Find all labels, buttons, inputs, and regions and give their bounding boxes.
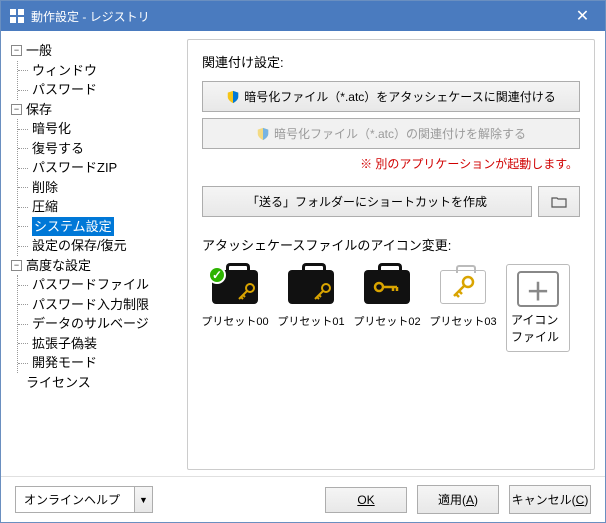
key-icon bbox=[312, 282, 332, 302]
key-icon bbox=[450, 274, 476, 300]
collapse-icon[interactable]: − bbox=[11, 104, 22, 115]
tree-node-compress[interactable]: 圧縮 bbox=[24, 197, 177, 217]
tree-node-devmode[interactable]: 開発モード bbox=[24, 353, 177, 373]
titlebar: 動作設定 - レジストリ ✕ bbox=[1, 1, 605, 31]
preset-01[interactable]: プリセット01 bbox=[278, 264, 344, 352]
key-icon bbox=[373, 279, 401, 295]
key-icon bbox=[236, 282, 256, 302]
tree-node-system[interactable]: システム設定 bbox=[24, 217, 177, 237]
preset-00[interactable]: ✓ プリセット00 bbox=[202, 264, 268, 352]
settings-window: 動作設定 - レジストリ ✕ −一般 ウィンドウ パスワード −保存 暗号化 復… bbox=[0, 0, 606, 523]
footer: オンラインヘルプ ▼ OK 適用(A) キャンセル(C) bbox=[1, 476, 605, 522]
tree-node-saverestore[interactable]: 設定の保存/復元 bbox=[24, 236, 177, 256]
shield-icon bbox=[256, 127, 270, 141]
shield-icon bbox=[226, 90, 240, 104]
tree-node-delete[interactable]: 削除 bbox=[24, 178, 177, 198]
collapse-icon[interactable]: − bbox=[11, 45, 22, 56]
window-title: 動作設定 - レジストリ bbox=[31, 8, 560, 25]
tree-node-decrypt[interactable]: 復号する bbox=[24, 139, 177, 159]
collapse-icon[interactable]: − bbox=[11, 260, 22, 271]
tree-node-salvage[interactable]: データのサルベージ bbox=[24, 314, 177, 334]
settings-tree[interactable]: −一般 ウィンドウ パスワード −保存 暗号化 復号する パスワードZIP 削除… bbox=[9, 39, 177, 470]
sendto-button[interactable]: 「送る」フォルダーにショートカットを作成 bbox=[202, 186, 532, 217]
icon-presets: ✓ プリセット00 プリセット01 プリセット02 プリセット03 bbox=[202, 264, 580, 352]
associate-button[interactable]: 暗号化ファイル（*.atc）をアタッシェケースに関連付ける bbox=[202, 81, 580, 112]
close-button[interactable]: ✕ bbox=[560, 1, 605, 31]
preset-02[interactable]: プリセット02 bbox=[354, 264, 420, 352]
tree-node-encrypt[interactable]: 暗号化 bbox=[24, 119, 177, 139]
open-folder-button[interactable] bbox=[538, 186, 580, 217]
preset-03[interactable]: プリセット03 bbox=[430, 264, 496, 352]
ok-button[interactable]: OK bbox=[325, 487, 407, 513]
tree-node-password[interactable]: パスワード bbox=[24, 80, 177, 100]
tree-node-pwdinput[interactable]: パスワード入力制限 bbox=[24, 295, 177, 315]
tree-node-pwdfile[interactable]: パスワードファイル bbox=[24, 275, 177, 295]
tree-node-general[interactable]: −一般 bbox=[9, 41, 177, 61]
check-icon: ✓ bbox=[208, 266, 226, 284]
system-panel: 関連付け設定: 暗号化ファイル（*.atc）をアタッシェケースに関連付ける 暗号… bbox=[187, 39, 595, 470]
assoc-heading: 関連付け設定: bbox=[202, 52, 580, 71]
body: −一般 ウィンドウ パスワード −保存 暗号化 復号する パスワードZIP 削除… bbox=[1, 31, 605, 476]
tree-node-window[interactable]: ウィンドウ bbox=[24, 61, 177, 81]
app-icon bbox=[9, 8, 25, 24]
icon-file-button[interactable]: ＋ アイコンファイル bbox=[506, 264, 570, 352]
unassociate-button: 暗号化ファイル（*.atc）の関連付けを解除する bbox=[202, 118, 580, 149]
tree-node-pwdzip[interactable]: パスワードZIP bbox=[24, 158, 177, 178]
help-combo[interactable]: オンラインヘルプ ▼ bbox=[15, 486, 153, 513]
cancel-button[interactable]: キャンセル(C) bbox=[509, 485, 591, 514]
tree-node-save[interactable]: −保存 bbox=[9, 100, 177, 120]
plus-icon: ＋ bbox=[517, 271, 559, 307]
tree-node-extfake[interactable]: 拡張子偽装 bbox=[24, 334, 177, 354]
tree-node-advanced[interactable]: −高度な設定 bbox=[9, 256, 177, 276]
tree-node-license[interactable]: ライセンス bbox=[9, 373, 177, 393]
dropdown-icon[interactable]: ▼ bbox=[135, 486, 153, 513]
apply-button[interactable]: 適用(A) bbox=[417, 485, 499, 514]
iconchange-heading: アタッシェケースファイルのアイコン変更: bbox=[202, 235, 580, 254]
folder-icon bbox=[551, 196, 567, 208]
warning-text: ※ 別のアプリケーションが起動します。 bbox=[202, 155, 578, 172]
